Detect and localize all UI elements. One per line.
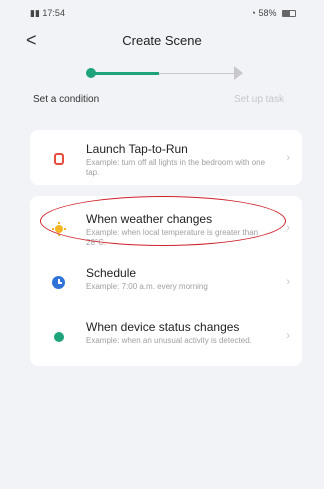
condition-title: When weather changes bbox=[86, 212, 213, 226]
condition-title: When device status changes bbox=[86, 320, 240, 334]
stepper: Set a condition Set up task bbox=[0, 60, 324, 110]
condition-item-schedule[interactable]: Schedule Example: 7:00 a.m. every mornin… bbox=[30, 256, 302, 308]
chevron-right-icon: › bbox=[286, 276, 290, 288]
chevron-right-icon: › bbox=[286, 222, 290, 234]
condition-card-tap: Launch Tap-to-Run Example: turn off all … bbox=[30, 130, 302, 185]
header: < Create Scene bbox=[0, 28, 324, 56]
condition-title: Schedule bbox=[86, 266, 137, 280]
page-title: Create Scene bbox=[122, 33, 202, 48]
chevron-right-icon: › bbox=[286, 330, 290, 342]
battery-icon bbox=[282, 10, 296, 18]
status-time: ▮▮ 17:54 bbox=[30, 8, 65, 19]
tap-icon bbox=[52, 152, 66, 166]
condition-desc: Example: when an unusual activity is det… bbox=[86, 336, 252, 345]
wifi-icon: ◔ bbox=[250, 8, 256, 18]
step-progress-active bbox=[95, 72, 159, 75]
step-label-condition: Set a condition bbox=[33, 94, 100, 105]
condition-title: Launch Tap-to-Run bbox=[86, 142, 188, 156]
status-bar: ▮▮ 17:54 ◔ 58% bbox=[0, 0, 324, 22]
chevron-right-icon: › bbox=[286, 152, 290, 164]
condition-desc: Example: when local temperature is great… bbox=[86, 228, 259, 247]
status-right: ◔ 58% bbox=[251, 8, 296, 18]
status-time-text: 17:54 bbox=[42, 8, 65, 18]
condition-card-auto: When weather changes Example: when local… bbox=[30, 196, 302, 366]
condition-desc: Example: turn off all lights in the bedr… bbox=[86, 158, 266, 177]
step-progress-inactive bbox=[159, 73, 239, 74]
condition-desc: Example: 7:00 a.m. every morning bbox=[86, 282, 208, 291]
signal-icon: ▮▮ bbox=[30, 8, 40, 18]
condition-item-device-status[interactable]: When device status changes Example: when… bbox=[30, 310, 302, 362]
condition-item-weather[interactable]: When weather changes Example: when local… bbox=[30, 202, 302, 254]
device-icon bbox=[52, 330, 66, 344]
step-label-task: Set up task bbox=[233, 94, 284, 105]
sun-icon bbox=[52, 222, 66, 236]
step-arrow-icon bbox=[234, 66, 243, 80]
condition-item-tap-to-run[interactable]: Launch Tap-to-Run Example: turn off all … bbox=[30, 132, 302, 184]
clock-icon bbox=[52, 276, 66, 290]
battery-percent: 58% bbox=[258, 8, 277, 18]
